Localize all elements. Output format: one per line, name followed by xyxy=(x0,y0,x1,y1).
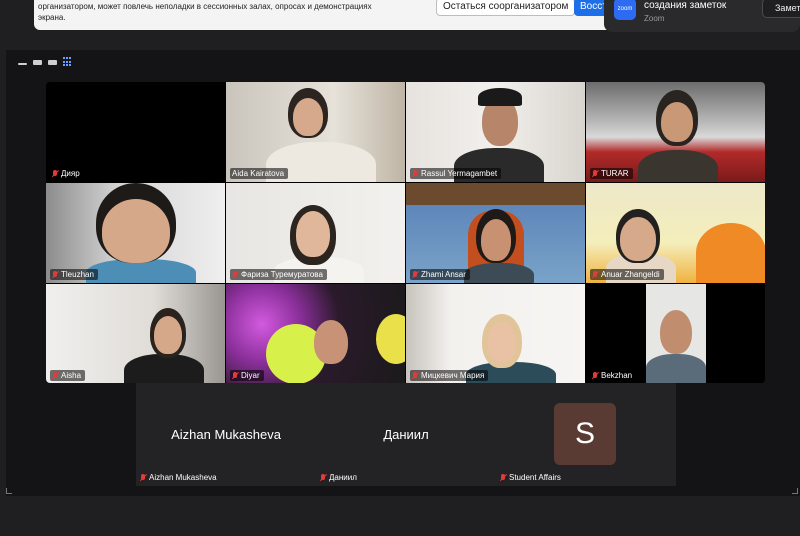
participant-name: Rassul Yermagambet xyxy=(421,169,498,178)
minimize-view-icon[interactable] xyxy=(18,63,27,65)
video-tile[interactable]: Aisha xyxy=(46,284,225,383)
participant-name: Bekzhan xyxy=(601,371,633,380)
participant-name: Student Affairs xyxy=(509,473,561,482)
participant-label: Anuar Zhangeldi xyxy=(590,269,664,280)
zoom-notification[interactable]: zoom создания заметок Zoom Заметки xyxy=(604,0,800,32)
participant-label: Zhami Ansar xyxy=(410,269,470,280)
video-tile[interactable]: Anuar Zhangeldi xyxy=(586,183,765,283)
participant-label: TURAR xyxy=(590,168,633,179)
video-tile[interactable]: Diyar xyxy=(226,284,405,383)
video-gallery: Дияр Aida Kairatova Rassul Yermagambet T… xyxy=(46,82,765,383)
banner-message: организатором, может повлечь неполадки в… xyxy=(38,2,372,22)
mic-muted-icon xyxy=(412,371,418,380)
video-tile[interactable]: Tleuzhan xyxy=(46,183,225,283)
participant-name: Tleuzhan xyxy=(61,270,94,279)
video-tile[interactable]: Дияр xyxy=(46,82,225,182)
participant-tile[interactable]: Даниил Даниил xyxy=(316,383,496,486)
cohost-warning-banner: организатором, может повлечь неполадки в… xyxy=(34,0,644,30)
video-tile[interactable]: Zhami Ansar xyxy=(406,183,585,283)
notes-button[interactable]: Заметки xyxy=(762,0,800,18)
zoom-meeting-screen: организатором, может повлечь неполадки в… xyxy=(0,0,800,536)
participant-name: Фариза Туремуратова xyxy=(241,270,323,279)
notification-source: Zoom xyxy=(644,14,665,23)
participant-name: Anuar Zhangeldi xyxy=(601,270,660,279)
mic-muted-icon xyxy=(232,270,238,279)
mic-muted-icon xyxy=(592,169,598,178)
meeting-window: Дияр Aida Kairatova Rassul Yermagambet T… xyxy=(6,50,800,496)
participant-name: Aida Kairatova xyxy=(232,169,285,178)
video-tile[interactable]: Фариза Туремуратова xyxy=(226,183,405,283)
video-tile[interactable]: Мицкевич Мария xyxy=(406,284,585,383)
mic-muted-icon xyxy=(52,371,58,380)
participant-avatar: S xyxy=(554,403,616,465)
participant-label: Aisha xyxy=(50,370,86,381)
participant-label: Bekzhan xyxy=(590,370,637,381)
notification-title: создания заметок xyxy=(644,0,727,11)
participant-name: Diyar xyxy=(241,371,260,380)
participant-label: Rassul Yermagambet xyxy=(410,168,502,179)
participant-name: Aisha xyxy=(61,371,82,380)
mic-muted-icon xyxy=(500,473,506,482)
strip-view-icon[interactable] xyxy=(33,59,42,65)
participant-display-name: Aizhan Mukasheva xyxy=(171,427,281,442)
participant-tile[interactable]: S Student Affairs xyxy=(496,383,676,486)
participant-name: TURAR xyxy=(601,169,629,178)
stay-cohost-button[interactable]: Остаться соорганизатором xyxy=(436,0,576,16)
resize-handle[interactable] xyxy=(792,488,798,494)
mic-muted-icon xyxy=(412,270,418,279)
participant-label: Мицкевич Мария xyxy=(410,370,489,381)
participant-name: Даниил xyxy=(329,473,357,482)
participant-tile[interactable]: Aizhan Mukasheva Aizhan Mukasheva xyxy=(136,383,316,486)
participant-name: Мицкевич Мария xyxy=(421,371,485,380)
participant-name: Aizhan Mukasheva xyxy=(149,473,217,482)
video-tile[interactable]: Rassul Yermagambet xyxy=(406,82,585,182)
mic-muted-icon xyxy=(52,169,58,178)
video-tile[interactable]: TURAR xyxy=(586,82,765,182)
participant-name: Дияр xyxy=(61,169,80,178)
audio-only-row: Aizhan Mukasheva Aizhan Mukasheva Даниил… xyxy=(136,383,676,486)
participant-label: Tleuzhan xyxy=(50,269,98,280)
participant-display-name: Даниил xyxy=(383,427,429,442)
mic-muted-icon xyxy=(412,169,418,178)
participant-label: Aida Kairatova xyxy=(230,168,289,179)
participant-label: Фариза Туремуратова xyxy=(230,269,327,280)
participant-label: Дияр xyxy=(50,168,84,179)
mic-muted-icon xyxy=(52,270,58,279)
video-tile[interactable]: Bekzhan xyxy=(586,284,765,383)
mic-muted-icon xyxy=(592,270,598,279)
participant-label: Student Affairs xyxy=(500,473,561,482)
mic-muted-icon xyxy=(592,371,598,380)
mic-muted-icon xyxy=(320,473,326,482)
view-controls xyxy=(18,56,73,68)
participant-label: Diyar xyxy=(230,370,264,381)
gallery-view-icon[interactable] xyxy=(63,57,73,67)
participant-name: Zhami Ansar xyxy=(421,270,466,279)
participant-label: Даниил xyxy=(320,473,357,482)
video-tile[interactable]: Aida Kairatova xyxy=(226,82,405,182)
participant-label: Aizhan Mukasheva xyxy=(140,473,217,482)
mic-muted-icon xyxy=(232,371,238,380)
speaker-view-icon[interactable] xyxy=(48,59,57,65)
mic-muted-icon xyxy=(140,473,146,482)
zoom-logo-icon: zoom xyxy=(614,0,636,20)
resize-handle[interactable] xyxy=(6,488,12,494)
